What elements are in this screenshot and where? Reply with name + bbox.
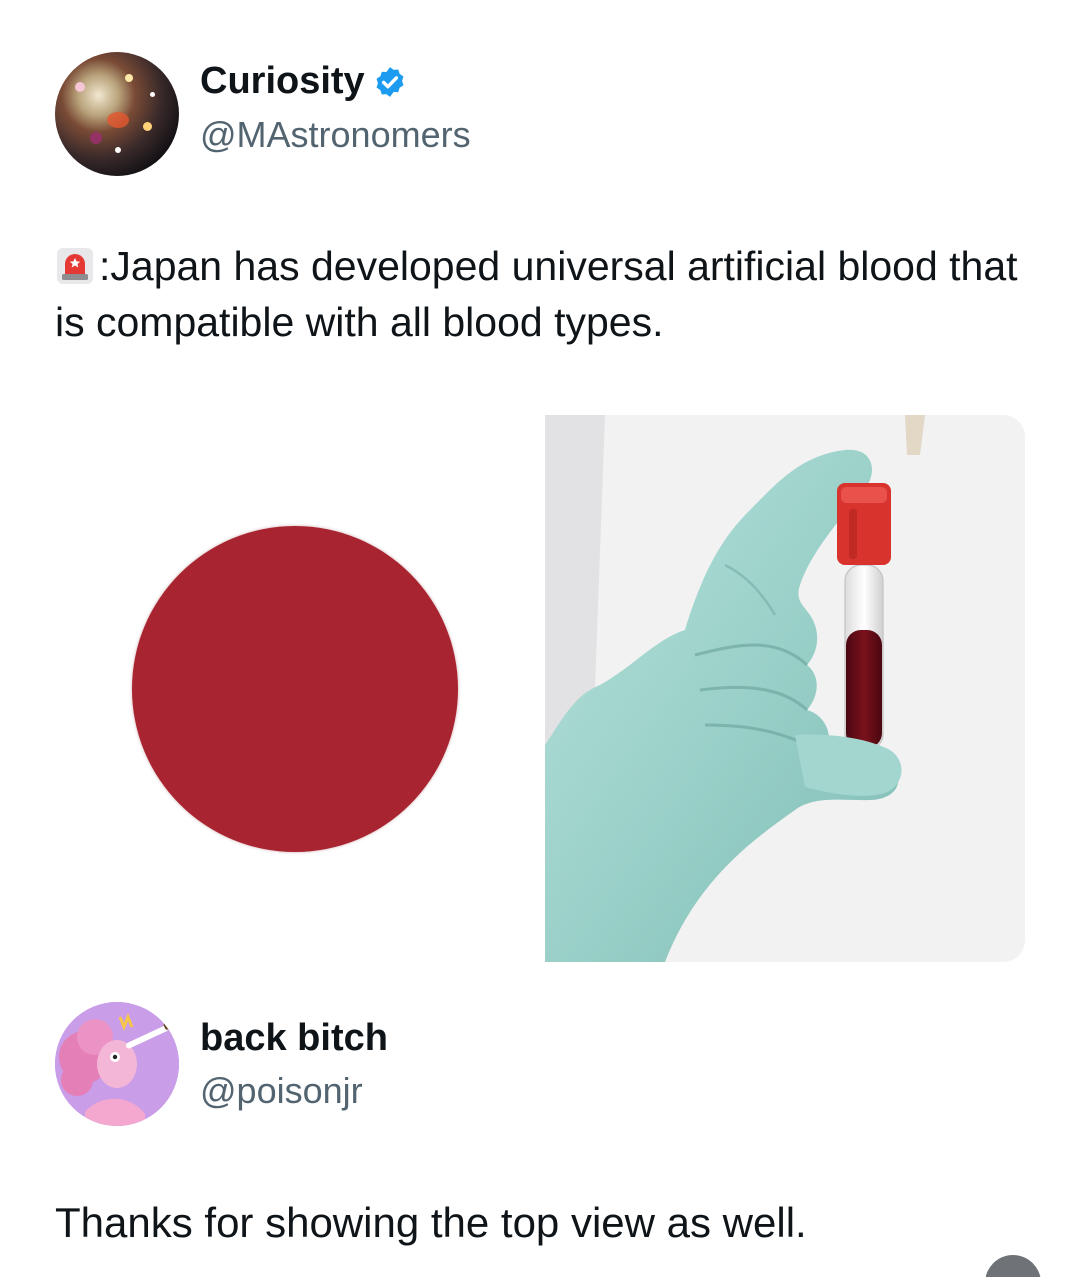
tweet-text-body: :Japan has developed universal artificia… xyxy=(55,243,1018,345)
tweet-text: :Japan has developed universal artificia… xyxy=(55,238,1035,350)
handle[interactable]: @MAstronomers xyxy=(200,114,471,156)
screenshot-page: Curiosity @MAstronomers :Japan has devel… xyxy=(0,0,1080,1277)
scroll-indicator[interactable] xyxy=(985,1255,1041,1277)
display-name-reply[interactable]: back bitch xyxy=(200,1017,388,1060)
avatar-curiosity[interactable] xyxy=(55,52,179,176)
red-disc-image xyxy=(132,526,458,852)
gloved-hand-blood-tube-image xyxy=(545,415,1025,962)
display-name-text: Curiosity xyxy=(200,60,365,102)
display-name[interactable]: Curiosity xyxy=(200,60,407,103)
siren-icon xyxy=(57,248,93,284)
reply-text: Thanks for showing the top view as well. xyxy=(55,1199,807,1246)
avatar-poisonjr[interactable] xyxy=(55,1002,179,1126)
verified-badge-icon xyxy=(376,66,404,97)
handle-reply[interactable]: @poisonjr xyxy=(200,1070,363,1112)
media-image-right[interactable] xyxy=(545,415,1025,962)
cartoon-character-avatar-icon xyxy=(55,1002,179,1126)
